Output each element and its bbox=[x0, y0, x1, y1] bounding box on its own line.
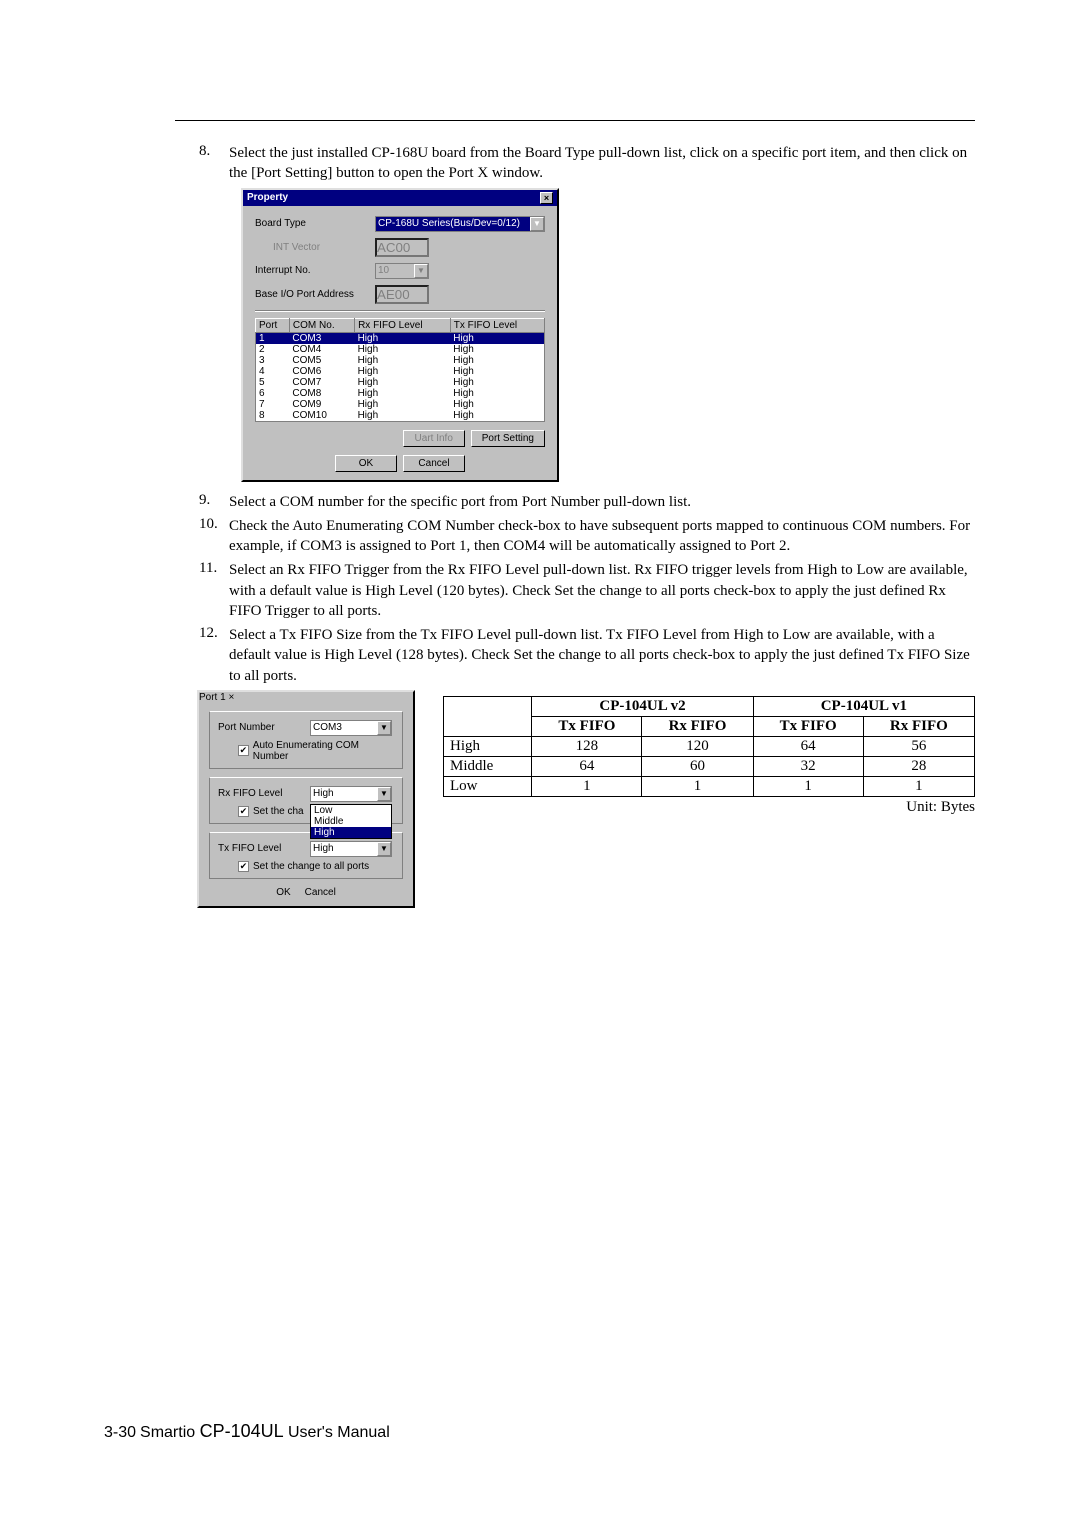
chevron-down-icon[interactable]: ▼ bbox=[377, 787, 391, 801]
top-rule bbox=[175, 120, 975, 121]
board-type-combo[interactable]: CP-168U Series(Bus/Dev=0/12) ▼ bbox=[375, 216, 545, 232]
port-table: Port COM No. Rx FIFO Level Tx FIFO Level… bbox=[255, 318, 545, 422]
base-io-label: Base I/O Port Address bbox=[255, 289, 375, 300]
close-icon[interactable]: × bbox=[228, 692, 234, 703]
set-change-tx-label: Set the change to all ports bbox=[253, 861, 369, 872]
chevron-down-icon[interactable]: ▼ bbox=[530, 217, 544, 231]
footer-rest: User's Manual bbox=[288, 1424, 390, 1441]
base-io-field bbox=[375, 285, 429, 304]
rx-fifo-combo[interactable]: High ▼ bbox=[310, 786, 392, 802]
set-change-rx-label: Set the cha bbox=[253, 806, 304, 817]
rx-fifo-label: Rx FIFO Level bbox=[218, 788, 310, 799]
rx-fifo-value: High bbox=[313, 788, 334, 799]
table-row[interactable]: 3COM5HighHigh bbox=[256, 355, 545, 366]
ok-button[interactable]: OK bbox=[335, 455, 397, 472]
port-dialog: Port 1 × Port Number COM3 ▼ ✔ bbox=[197, 690, 415, 908]
page-number: 3-30 bbox=[104, 1424, 136, 1441]
port-cancel-button[interactable]: Cancel bbox=[305, 887, 336, 898]
table-row[interactable]: 5COM7HighHigh bbox=[256, 377, 545, 388]
step-10-num: 10. bbox=[197, 516, 229, 557]
fifo-empty-header bbox=[444, 696, 532, 736]
tx-fifo-label: Tx FIFO Level bbox=[218, 843, 310, 854]
step-8: 8. Select the just installed CP-168U boa… bbox=[197, 143, 975, 184]
uart-info-button: Uart Info bbox=[403, 430, 465, 447]
fifo-v2-header: CP-104UL v2 bbox=[532, 696, 753, 716]
chevron-down-icon: ▼ bbox=[414, 264, 428, 278]
fifo-rx-header: Rx FIFO bbox=[863, 716, 974, 736]
auto-enum-label: Auto Enumerating COM Number bbox=[253, 740, 394, 762]
board-type-label: Board Type bbox=[255, 218, 375, 229]
cancel-button[interactable]: Cancel bbox=[403, 455, 465, 472]
table-row[interactable]: 1 COM3 High High bbox=[256, 332, 545, 344]
step-9-text: Select a COM number for the specific por… bbox=[229, 492, 975, 512]
dropdown-option-high[interactable]: High bbox=[311, 827, 391, 838]
port-number-combo[interactable]: COM3 ▼ bbox=[310, 720, 392, 736]
chevron-down-icon[interactable]: ▼ bbox=[377, 721, 391, 735]
port-ok-button[interactable]: OK bbox=[276, 887, 290, 898]
fifo-table: CP-104UL v2 CP-104UL v1 Tx FIFO Rx FIFO … bbox=[443, 696, 975, 797]
step-8-text: Select the just installed CP-168U board … bbox=[229, 143, 975, 184]
step-10-text: Check the Auto Enumerating COM Number ch… bbox=[229, 516, 975, 557]
set-change-tx-checkbox[interactable]: ✔ bbox=[238, 861, 249, 872]
property-title: Property bbox=[247, 192, 288, 203]
table-row[interactable]: 6COM8HighHigh bbox=[256, 388, 545, 399]
table-row[interactable]: 4COM6HighHigh bbox=[256, 366, 545, 377]
int-vector-field bbox=[375, 238, 429, 257]
step-11-text: Select an Rx FIFO Trigger from the Rx FI… bbox=[229, 560, 975, 621]
rx-dropdown-list[interactable]: Low Middle High bbox=[310, 804, 392, 839]
fifo-tx-header: Tx FIFO bbox=[532, 716, 642, 736]
chevron-down-icon[interactable]: ▼ bbox=[377, 842, 391, 856]
table-row[interactable]: 2COM4HighHigh bbox=[256, 344, 545, 355]
step-9-num: 9. bbox=[197, 492, 229, 512]
int-vector-label: INT Vector bbox=[273, 242, 375, 253]
footer-brand: Smartio bbox=[140, 1424, 200, 1441]
port-number-label: Port Number bbox=[218, 722, 310, 733]
port-number-value: COM3 bbox=[313, 722, 342, 733]
step-11-num: 11. bbox=[197, 560, 229, 621]
step-10: 10. Check the Auto Enumerating COM Numbe… bbox=[197, 516, 975, 557]
th-tx: Tx FIFO Level bbox=[450, 318, 544, 332]
footer-product: CP-104UL bbox=[200, 1421, 288, 1441]
fifo-row-low: Low 1 1 1 1 bbox=[444, 776, 975, 796]
th-rx: Rx FIFO Level bbox=[355, 318, 451, 332]
interrupt-combo: 10 ▼ bbox=[375, 263, 429, 279]
interrupt-value: 10 bbox=[378, 265, 389, 276]
fifo-rx-header: Rx FIFO bbox=[642, 716, 753, 736]
dropdown-option-middle[interactable]: Middle bbox=[311, 816, 391, 827]
fifo-row-high: High 128 120 64 56 bbox=[444, 736, 975, 756]
th-com: COM No. bbox=[289, 318, 354, 332]
fifo-tx-header: Tx FIFO bbox=[753, 716, 863, 736]
step-9: 9. Select a COM number for the specific … bbox=[197, 492, 975, 512]
property-titlebar: Property × bbox=[243, 190, 557, 206]
table-row[interactable]: 7COM9HighHigh bbox=[256, 399, 545, 410]
step-11: 11. Select an Rx FIFO Trigger from the R… bbox=[197, 560, 975, 621]
port-setting-button[interactable]: Port Setting bbox=[471, 430, 545, 447]
tx-fifo-value: High bbox=[313, 843, 334, 854]
page-footer: 3-30 Smartio CP-104UL User's Manual bbox=[104, 1421, 390, 1442]
set-change-rx-checkbox[interactable]: ✔ bbox=[238, 806, 249, 817]
port-title: Port 1 bbox=[199, 692, 226, 703]
interrupt-label: Interrupt No. bbox=[255, 265, 375, 276]
auto-enum-checkbox[interactable]: ✔ bbox=[238, 745, 249, 756]
fifo-row-middle: Middle 64 60 32 28 bbox=[444, 756, 975, 776]
step-8-num: 8. bbox=[197, 143, 229, 184]
step-12-text: Select a Tx FIFO Size from the Tx FIFO L… bbox=[229, 625, 975, 686]
fifo-v1-header: CP-104UL v1 bbox=[753, 696, 974, 716]
close-icon[interactable]: × bbox=[540, 192, 553, 204]
step-12: 12. Select a Tx FIFO Size from the Tx FI… bbox=[197, 625, 975, 686]
step-12-num: 12. bbox=[197, 625, 229, 686]
property-dialog: Property × Board Type CP-168U Series(Bus… bbox=[241, 188, 559, 482]
fifo-unit-label: Unit: Bytes bbox=[443, 799, 975, 816]
tx-fifo-combo[interactable]: High ▼ bbox=[310, 841, 392, 857]
port-titlebar: Port 1 × bbox=[199, 692, 413, 703]
dropdown-option-low[interactable]: Low bbox=[311, 805, 391, 816]
th-port: Port bbox=[256, 318, 290, 332]
board-type-value: CP-168U Series(Bus/Dev=0/12) bbox=[378, 218, 520, 229]
table-row[interactable]: 8COM10HighHigh bbox=[256, 410, 545, 422]
